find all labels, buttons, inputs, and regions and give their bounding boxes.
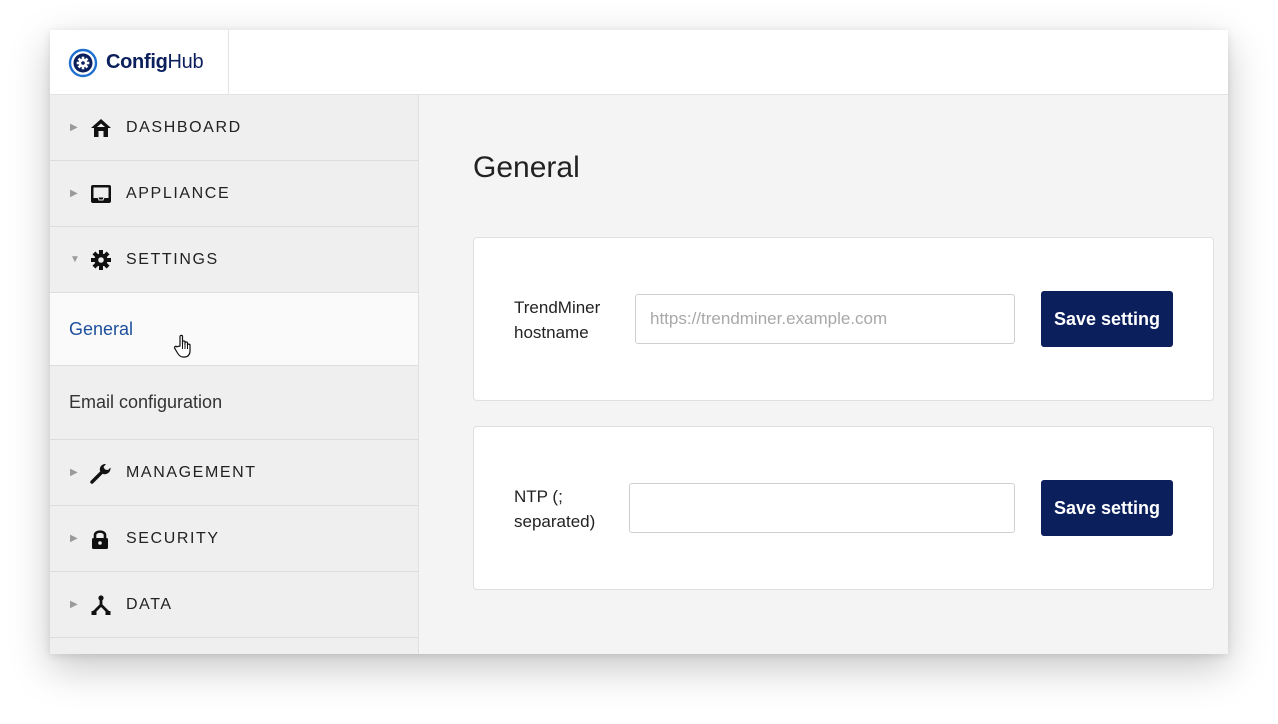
caret-right-icon: ▶: [70, 599, 78, 610]
caret-down-icon: ▼: [70, 254, 80, 265]
top-bar: ConfigHub: [50, 30, 1228, 95]
sidebar: ▶ DASHBOARD ▶ APPLIANCE ▼ SETTINGS Gener…: [50, 95, 419, 654]
setting-card-trendminer-hostname: TrendMiner hostname Save setting: [473, 237, 1214, 401]
sidebar-item-security[interactable]: ▶ SECURITY: [50, 506, 418, 572]
caret-right-icon: ▶: [70, 188, 78, 199]
sidebar-item-label: APPLIANCE: [126, 184, 231, 202]
sidebar-item-management[interactable]: ▶ MANAGEMENT: [50, 440, 418, 506]
app-name-light: Hub: [167, 51, 204, 73]
hand-pointer-cursor-icon: [172, 333, 196, 364]
home-icon: [90, 117, 116, 139]
sidebar-item-dashboard[interactable]: ▶ DASHBOARD: [50, 95, 418, 161]
caret-right-icon: ▶: [70, 122, 78, 133]
setting-card-ntp: NTP (; separated) Save setting: [473, 426, 1214, 590]
wrench-icon: [90, 462, 116, 484]
setting-label-line: separated): [514, 512, 596, 531]
sidebar-item-label: MANAGEMENT: [126, 463, 257, 481]
data-fork-icon: [90, 594, 116, 616]
sidebar-item-appliance[interactable]: ▶ APPLIANCE: [50, 161, 418, 227]
sidebar-subitem-general[interactable]: General: [50, 293, 418, 366]
sidebar-item-label: SETTINGS: [126, 250, 219, 268]
save-setting-button[interactable]: Save setting: [1041, 291, 1173, 347]
trendminer-hostname-input[interactable]: [635, 294, 1015, 344]
sidebar-item-label: DATA: [126, 595, 173, 613]
setting-label: NTP (; separated): [514, 484, 624, 534]
save-setting-button[interactable]: Save setting: [1041, 480, 1173, 536]
setting-label-line: TrendMiner: [514, 298, 601, 317]
sidebar-subitem-email-configuration[interactable]: Email configuration: [50, 366, 418, 440]
app-window: ConfigHub ▶ DASHBOARD ▶ APPLIANCE ▼ SETT…: [50, 30, 1228, 654]
ntp-servers-input[interactable]: [629, 483, 1015, 533]
gear-logo-icon: [68, 48, 98, 78]
setting-label: TrendMiner hostname: [514, 295, 624, 345]
setting-label-line: NTP (;: [514, 487, 563, 506]
gear-icon: [90, 249, 116, 271]
app-name: ConfigHub: [106, 51, 204, 74]
sidebar-item-label: DASHBOARD: [126, 118, 242, 136]
app-logo[interactable]: ConfigHub: [50, 30, 229, 95]
inbox-icon: [90, 183, 116, 205]
lock-icon: [90, 528, 116, 550]
caret-right-icon: ▶: [70, 533, 78, 544]
app-name-strong: Config: [106, 51, 168, 73]
caret-right-icon: ▶: [70, 467, 78, 478]
setting-label-line: hostname: [514, 323, 589, 342]
sidebar-item-settings[interactable]: ▼ SETTINGS: [50, 227, 418, 293]
sidebar-item-data[interactable]: ▶ DATA: [50, 572, 418, 638]
sidebar-item-label: SECURITY: [126, 529, 220, 547]
main-content: General TrendMiner hostname Save setting…: [420, 95, 1228, 654]
page-title: General: [473, 151, 580, 184]
